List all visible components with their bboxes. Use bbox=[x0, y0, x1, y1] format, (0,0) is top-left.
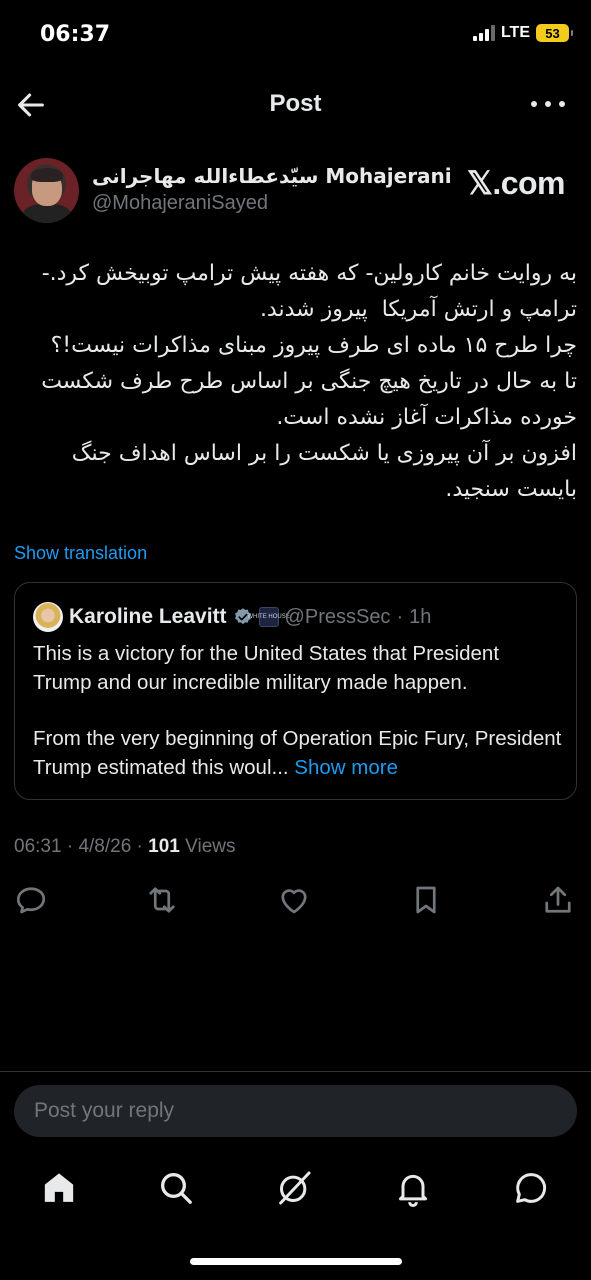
more-horizontal-icon bbox=[531, 101, 537, 107]
author-row: سیّدعطاءالله مهاجرانی Mohajerani @Mohaje… bbox=[14, 158, 577, 224]
reply-icon bbox=[16, 887, 46, 914]
author-handle[interactable]: @MohajeraniSayed bbox=[92, 192, 268, 215]
views-count: 101 bbox=[148, 836, 180, 857]
messages-icon bbox=[516, 1173, 547, 1203]
quoted-author-handle: @PressSec bbox=[284, 605, 391, 628]
bookmark-icon bbox=[416, 886, 436, 914]
tweet-text: به روایت خانم کارولین- که هفته پیش ترامپ… bbox=[14, 256, 577, 508]
nav-notifications[interactable] bbox=[393, 1168, 433, 1208]
quoted-paragraph: This is a victory for the United States … bbox=[33, 642, 500, 694]
like-icon bbox=[281, 889, 307, 914]
tweet-line: افزون بر آن پیروزی یا شکست را بر اساس اه… bbox=[64, 441, 577, 502]
retweet-button[interactable] bbox=[144, 882, 180, 918]
post-header: Post bbox=[0, 78, 591, 130]
reply-box bbox=[14, 1085, 577, 1137]
quoted-author-name: Karoline Leavitt bbox=[69, 605, 227, 628]
home-indicator bbox=[190, 1258, 402, 1265]
post-time: 06:31 bbox=[14, 836, 62, 857]
nav-home[interactable] bbox=[39, 1168, 79, 1208]
retweet-icon bbox=[149, 887, 175, 913]
quoted-post[interactable]: Karoline Leavitt WHITE HOUSE @PressSec ·… bbox=[14, 582, 577, 800]
divider bbox=[0, 1071, 591, 1072]
tweet-line: تا به حال در تاریخ هیچ جنگی بر اساس طرح … bbox=[34, 369, 577, 430]
action-bar bbox=[0, 882, 591, 922]
source-watermark: 𝕏.com bbox=[467, 165, 565, 201]
bookmark-button[interactable] bbox=[408, 882, 444, 918]
bottom-nav bbox=[0, 1160, 591, 1216]
status-bar: 06:37 LTE 53 bbox=[0, 0, 591, 70]
quoted-post-text: This is a victory for the United States … bbox=[33, 639, 562, 782]
nav-search[interactable] bbox=[156, 1168, 196, 1208]
battery-icon: 53 bbox=[536, 24, 573, 42]
more-button[interactable] bbox=[531, 92, 565, 116]
network-type: LTE bbox=[500, 24, 530, 41]
quoted-paragraph: From the very beginning of Operation Epi… bbox=[33, 727, 562, 779]
post-date: 4/8/26 bbox=[78, 836, 132, 857]
battery-level: 53 bbox=[545, 25, 560, 41]
author-name[interactable]: سیّدعطاءالله مهاجرانی Mohajerani bbox=[92, 164, 452, 188]
grok-icon bbox=[279, 1171, 311, 1205]
government-badge-icon: WHITE HOUSE bbox=[247, 607, 290, 627]
status-time: 06:37 bbox=[40, 22, 111, 47]
tweet-line: چرا طرح ۱۵ ماده ای طرف پیروز مبنای مذاکر… bbox=[50, 333, 577, 358]
separator: · bbox=[66, 836, 74, 857]
page-title: Post bbox=[269, 90, 322, 117]
avatar[interactable] bbox=[14, 158, 79, 223]
share-icon bbox=[545, 886, 571, 913]
share-button[interactable] bbox=[540, 882, 576, 918]
like-button[interactable] bbox=[276, 882, 312, 918]
reply-button[interactable] bbox=[13, 882, 49, 918]
search-icon bbox=[161, 1173, 192, 1204]
status-indicators: LTE 53 bbox=[472, 24, 573, 42]
tweet-line: به روایت خانم کارولین- که هفته پیش ترامپ… bbox=[34, 261, 577, 322]
quoted-avatar bbox=[33, 602, 63, 632]
home-icon bbox=[44, 1173, 74, 1202]
separator: · bbox=[136, 836, 143, 857]
separator: · bbox=[396, 605, 404, 628]
reply-input[interactable] bbox=[34, 1085, 554, 1137]
signal-icon bbox=[472, 25, 495, 41]
notifications-icon bbox=[399, 1174, 427, 1207]
show-translation-link[interactable]: Show translation bbox=[14, 543, 147, 564]
quoted-post-time: 1h bbox=[409, 605, 432, 628]
nav-messages[interactable] bbox=[511, 1168, 551, 1208]
show-more-link[interactable]: Show more bbox=[294, 756, 398, 779]
nav-grok[interactable] bbox=[274, 1168, 314, 1208]
quoted-post-header: Karoline Leavitt WHITE HOUSE @PressSec ·… bbox=[33, 601, 562, 633]
post-meta: 06:31 · 4/8/26 · 101 Views bbox=[14, 836, 235, 858]
views-label[interactable]: Views bbox=[185, 836, 235, 857]
